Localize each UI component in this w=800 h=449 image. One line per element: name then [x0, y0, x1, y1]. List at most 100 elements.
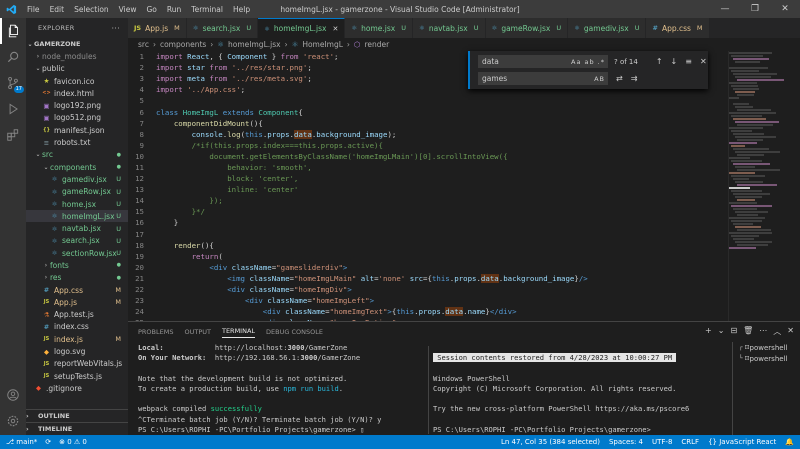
- terminal-split-divider[interactable]: [428, 346, 429, 434]
- minimize-button[interactable]: —: [710, 0, 740, 18]
- maximize-button[interactable]: ❐: [740, 0, 770, 18]
- replace-input[interactable]: games AB: [478, 72, 608, 85]
- file-logo.svg[interactable]: ◆ logo.svg: [26, 345, 128, 357]
- file-App.test.js[interactable]: ⚗ App.test.js: [26, 309, 128, 321]
- tab-App.js[interactable]: JS App.js M: [128, 18, 187, 38]
- panel-tab-problems[interactable]: PROBLEMS: [138, 328, 173, 336]
- source-control-activity-button[interactable]: 17: [0, 70, 26, 96]
- new-terminal-icon[interactable]: +: [705, 326, 712, 337]
- split-terminal-icon[interactable]: ⊟: [730, 326, 737, 337]
- file-homeImgL.jsx[interactable]: ⚛ homeImgL.jsx U: [26, 210, 128, 223]
- breadcrumb-item-render[interactable]: render: [364, 40, 389, 49]
- terminal-instance-1[interactable]: └ ⊡ powershell: [733, 353, 800, 364]
- tab-App.css[interactable]: # App.css M: [646, 18, 710, 38]
- breadcrumb-item-components[interactable]: components: [160, 40, 206, 49]
- panel-tab-output[interactable]: OUTPUT: [184, 328, 211, 336]
- sync-icon[interactable]: ⟳: [45, 438, 51, 446]
- timeline-section[interactable]: › TIMELINE: [26, 422, 128, 434]
- more-actions-icon[interactable]: ···: [111, 24, 120, 33]
- menu-item-terminal[interactable]: Terminal: [186, 5, 228, 14]
- kill-terminal-icon[interactable]: 🗑: [743, 326, 753, 337]
- menu-item-go[interactable]: Go: [141, 5, 161, 14]
- file-reportWebVitals.js[interactable]: JS reportWebVitals.js: [26, 358, 128, 370]
- breadcrumb-item-HomeImgL[interactable]: HomeImgL: [302, 40, 343, 49]
- maximize-panel-icon[interactable]: ︿: [773, 326, 781, 337]
- folder-node_modules[interactable]: › node_modules: [26, 50, 128, 62]
- menu-item-selection[interactable]: Selection: [69, 5, 114, 14]
- notifications-icon[interactable]: 🔔: [785, 438, 794, 446]
- folder-src[interactable]: ⌄ src ●: [26, 149, 128, 161]
- next-match-icon[interactable]: ↓: [671, 57, 678, 66]
- file-navtab.jsx[interactable]: ⚛ navtab.jsx U: [26, 222, 128, 234]
- previous-match-icon[interactable]: ↑: [656, 57, 663, 66]
- tab-home.jsx[interactable]: ⚛ home.jsx U: [345, 18, 413, 38]
- minimap[interactable]: [728, 51, 800, 321]
- extensions-activity-button[interactable]: [0, 122, 26, 148]
- terminal-left[interactable]: Local: http://localhost: 3000/GamerZone O…: [138, 342, 428, 435]
- close-icon[interactable]: ✕: [332, 25, 338, 33]
- tab-gameRow.jsx[interactable]: ⚛ gameRow.jsx U: [485, 18, 569, 38]
- terminal-instance-0[interactable]: ┌ ⊡ powershell: [733, 342, 800, 353]
- folder-fonts[interactable]: › fonts ●: [26, 259, 128, 271]
- code-editor[interactable]: 1 import React, { Component } from 'react…: [128, 51, 728, 321]
- close-panel-icon[interactable]: ✕: [787, 326, 794, 337]
- close-window-button[interactable]: ✕: [770, 0, 800, 18]
- find-in-selection-icon[interactable]: ≡: [685, 57, 692, 66]
- file-manifest.json[interactable]: {} manifest.json: [26, 124, 128, 136]
- panel-tab-debug-console[interactable]: DEBUG CONSOLE: [266, 328, 323, 336]
- replace-icon[interactable]: ⇄: [616, 74, 623, 83]
- file-home.jsx[interactable]: ⚛ home.jsx U: [26, 198, 128, 210]
- terminal-dropdown-icon[interactable]: ⌄: [718, 326, 725, 337]
- file-setupTests.js[interactable]: JS setupTests.js: [26, 370, 128, 382]
- cursor-position[interactable]: Ln 47, Col 35 (384 selected): [501, 438, 600, 446]
- file-robots.txt[interactable]: ≡ robots.txt: [26, 136, 128, 148]
- menu-item-run[interactable]: Run: [162, 5, 186, 14]
- find-options[interactable]: Aa ab .*: [571, 58, 605, 66]
- breadcrumb-item-homeImgL.jsx[interactable]: homeImgL.jsx: [228, 40, 281, 49]
- menu-item-help[interactable]: Help: [228, 5, 255, 14]
- file-gamediv.jsx[interactable]: ⚛ gamediv.jsx U: [26, 173, 128, 185]
- file-logo512.png[interactable]: ▣ logo512.png: [26, 112, 128, 124]
- run-debug-activity-button[interactable]: [0, 96, 26, 122]
- file-App.js[interactable]: JS App.js M: [26, 296, 128, 308]
- preserve-case-option[interactable]: AB: [594, 75, 605, 83]
- breadcrumb-item-src[interactable]: src: [138, 40, 149, 49]
- menu-item-view[interactable]: View: [114, 5, 142, 14]
- folder-res[interactable]: › res ●: [26, 272, 128, 284]
- folder-components[interactable]: ⌄ components ●: [26, 161, 128, 173]
- explorer-activity-button[interactable]: [0, 18, 26, 44]
- file-sectionRow.jsx[interactable]: ⚛ sectionRow.jsx U: [26, 247, 128, 259]
- accounts-activity-button[interactable]: [0, 382, 26, 408]
- menu-item-edit[interactable]: Edit: [45, 5, 70, 14]
- language-mode[interactable]: {} JavaScript React: [708, 438, 776, 446]
- folder-public[interactable]: ⌄ public: [26, 63, 128, 75]
- close-icon[interactable]: ✕: [700, 57, 707, 66]
- file-logo192.png[interactable]: ▣ logo192.png: [26, 99, 128, 111]
- file-index.html[interactable]: <> index.html: [26, 87, 128, 99]
- encoding-status[interactable]: UTF-8: [652, 438, 672, 446]
- eol-status[interactable]: CRLF: [681, 438, 699, 446]
- tab-gamediv.jsx[interactable]: ⚛ gamediv.jsx U: [568, 18, 647, 38]
- manage-activity-button[interactable]: [0, 408, 26, 434]
- find-input[interactable]: data Aa ab .*: [478, 55, 608, 68]
- more-icon[interactable]: ⋯: [759, 326, 767, 337]
- replace-all-icon[interactable]: ⇉: [631, 74, 638, 83]
- file-gameRow.jsx[interactable]: ⚛ gameRow.jsx U: [26, 186, 128, 198]
- workspace-root[interactable]: ⌄ GAMERZONE: [26, 38, 128, 50]
- problems-status[interactable]: ⊗ 0 ⚠ 0: [59, 438, 87, 446]
- file-App.css[interactable]: # App.css M: [26, 284, 128, 296]
- indentation-status[interactable]: Spaces: 4: [609, 438, 643, 446]
- file-index.js[interactable]: JS index.js M: [26, 333, 128, 345]
- panel-tab-terminal[interactable]: TERMINAL: [221, 327, 256, 338]
- tab-navtab.jsx[interactable]: ⚛ navtab.jsx U: [413, 18, 486, 38]
- file-search.jsx[interactable]: ⚛ search.jsx U: [26, 235, 128, 247]
- search-activity-button[interactable]: [0, 44, 26, 70]
- tab-search.jsx[interactable]: ⚛ search.jsx U: [186, 18, 259, 38]
- branch-status[interactable]: ⎇ main*: [6, 438, 37, 446]
- file-.gitignore[interactable]: ◆ .gitignore: [26, 382, 128, 394]
- file-favicon.ico[interactable]: ★ favicon.ico: [26, 75, 128, 87]
- file-index.css[interactable]: # index.css: [26, 321, 128, 333]
- tab-homeImgL.jsx[interactable]: ⚛ homeImgL.jsx ✕: [258, 18, 346, 38]
- outline-section[interactable]: › OUTLINE: [26, 409, 128, 421]
- terminal-right[interactable]: Session contents restored from 4/28/2023…: [433, 342, 733, 435]
